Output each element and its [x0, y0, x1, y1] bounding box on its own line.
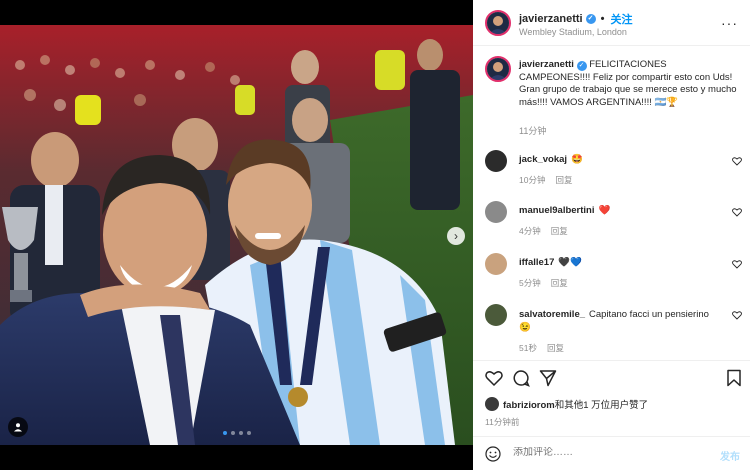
heart-icon[interactable]: [732, 310, 742, 320]
comment-meta: 10分钟 回复: [519, 174, 572, 186]
carousel-dot: [230, 431, 235, 435]
comment-username[interactable]: jack_vokaj: [519, 154, 567, 165]
comment-text: iffalle17 🖤💙: [519, 257, 582, 268]
comment-item: manuel9albertini ❤️ 4分钟 回复: [473, 201, 750, 241]
avatar[interactable]: [485, 253, 507, 275]
comment-item: salvatoremile_ Capitano facci un pensieri…: [473, 304, 750, 356]
emoji-icon[interactable]: [485, 446, 501, 462]
comment-item: jack_vokaj 🤩 10分钟 回复: [473, 150, 750, 190]
more-options-icon[interactable]: ···: [721, 15, 738, 31]
comment-username[interactable]: salvatoremile_: [519, 309, 585, 320]
instagram-post-modal: › javierzanetti ✓ • 关注 Wembley Stadium, …: [0, 0, 750, 470]
bookmark-icon[interactable]: [725, 369, 743, 387]
avatar[interactable]: [485, 397, 499, 411]
post-location[interactable]: Wembley Stadium, London: [519, 27, 627, 37]
separator-dot: •: [600, 13, 605, 25]
comment-text: jack_vokaj 🤩: [519, 154, 583, 165]
post-photo[interactable]: ›: [0, 25, 473, 445]
avatar[interactable]: [485, 56, 511, 82]
post-details-panel: javierzanetti ✓ • 关注 Wembley Stadium, Lo…: [473, 0, 750, 470]
reply-button[interactable]: 回复: [551, 225, 568, 237]
likes-text[interactable]: 和其他1 万位用户赞了: [555, 400, 648, 411]
avatar[interactable]: [485, 201, 507, 223]
post-username[interactable]: javierzanetti: [519, 13, 583, 25]
post-header: javierzanetti ✓ • 关注 Wembley Stadium, Lo…: [473, 0, 750, 46]
chevron-right-icon: ›: [454, 229, 458, 243]
comment-time: 5分钟: [519, 278, 541, 288]
comment-time: 4分钟: [519, 226, 541, 236]
comment-icon[interactable]: [512, 369, 530, 387]
next-photo-button[interactable]: ›: [447, 227, 465, 245]
comment-meta: 4分钟 回复: [519, 225, 568, 237]
carousel-indicators: [0, 431, 473, 435]
heart-icon[interactable]: [732, 259, 742, 269]
avatar-image: [487, 58, 509, 80]
comment-meta: 51秒 回复: [519, 342, 564, 354]
comment-body: 🖤💙: [558, 257, 583, 268]
avatar[interactable]: [485, 150, 507, 172]
add-comment-bar: 发布: [473, 436, 750, 470]
follow-button[interactable]: 关注: [610, 11, 632, 27]
comment-text: manuel9albertini ❤️: [519, 205, 610, 216]
comment-meta: 5分钟 回复: [519, 277, 568, 289]
caption-text: javierzanetti ✓ FELICITACIONES CAMPEONES…: [519, 59, 739, 109]
post-timestamp: 11分钟前: [485, 417, 520, 427]
reply-button[interactable]: 回复: [547, 342, 564, 354]
avatar-image: [487, 12, 509, 34]
comment-time: 10分钟: [519, 175, 546, 185]
post-author: javierzanetti ✓ • 关注: [519, 11, 632, 27]
post-actions: [473, 360, 750, 392]
likes-username[interactable]: fabriziorom: [503, 400, 555, 411]
avatar[interactable]: [485, 304, 507, 326]
comment-item: iffalle17 🖤💙 5分钟 回复: [473, 253, 750, 293]
comment-time: 51秒: [519, 343, 537, 353]
heart-icon[interactable]: [485, 369, 503, 387]
avatar[interactable]: [485, 10, 511, 36]
comment-username[interactable]: manuel9albertini: [519, 205, 595, 216]
verified-icon: ✓: [576, 61, 587, 71]
photo-image: [0, 25, 473, 445]
share-icon[interactable]: [539, 369, 557, 387]
comment-input[interactable]: [513, 447, 693, 458]
comment-username[interactable]: iffalle17: [519, 257, 554, 268]
carousel-dot: [246, 431, 251, 435]
caption-username[interactable]: javierzanetti: [519, 59, 574, 70]
verified-icon: ✓: [585, 14, 596, 24]
reply-button[interactable]: 回复: [555, 174, 572, 186]
caption-timestamp: 11分钟: [519, 126, 547, 136]
heart-icon[interactable]: [732, 156, 742, 166]
carousel-dot: [238, 431, 243, 435]
comment-body: 🤩: [571, 154, 583, 165]
post-comment-button[interactable]: 发布: [720, 448, 740, 463]
heart-icon[interactable]: [732, 207, 742, 217]
carousel-dot: [222, 431, 227, 435]
reply-button[interactable]: 回复: [551, 277, 568, 289]
likes-summary: fabriziorom和其他1 万位用户赞了: [485, 397, 648, 411]
comment-text: salvatoremile_ Capitano facci un pensieri…: [519, 308, 719, 334]
comment-body: ❤️: [598, 205, 611, 216]
